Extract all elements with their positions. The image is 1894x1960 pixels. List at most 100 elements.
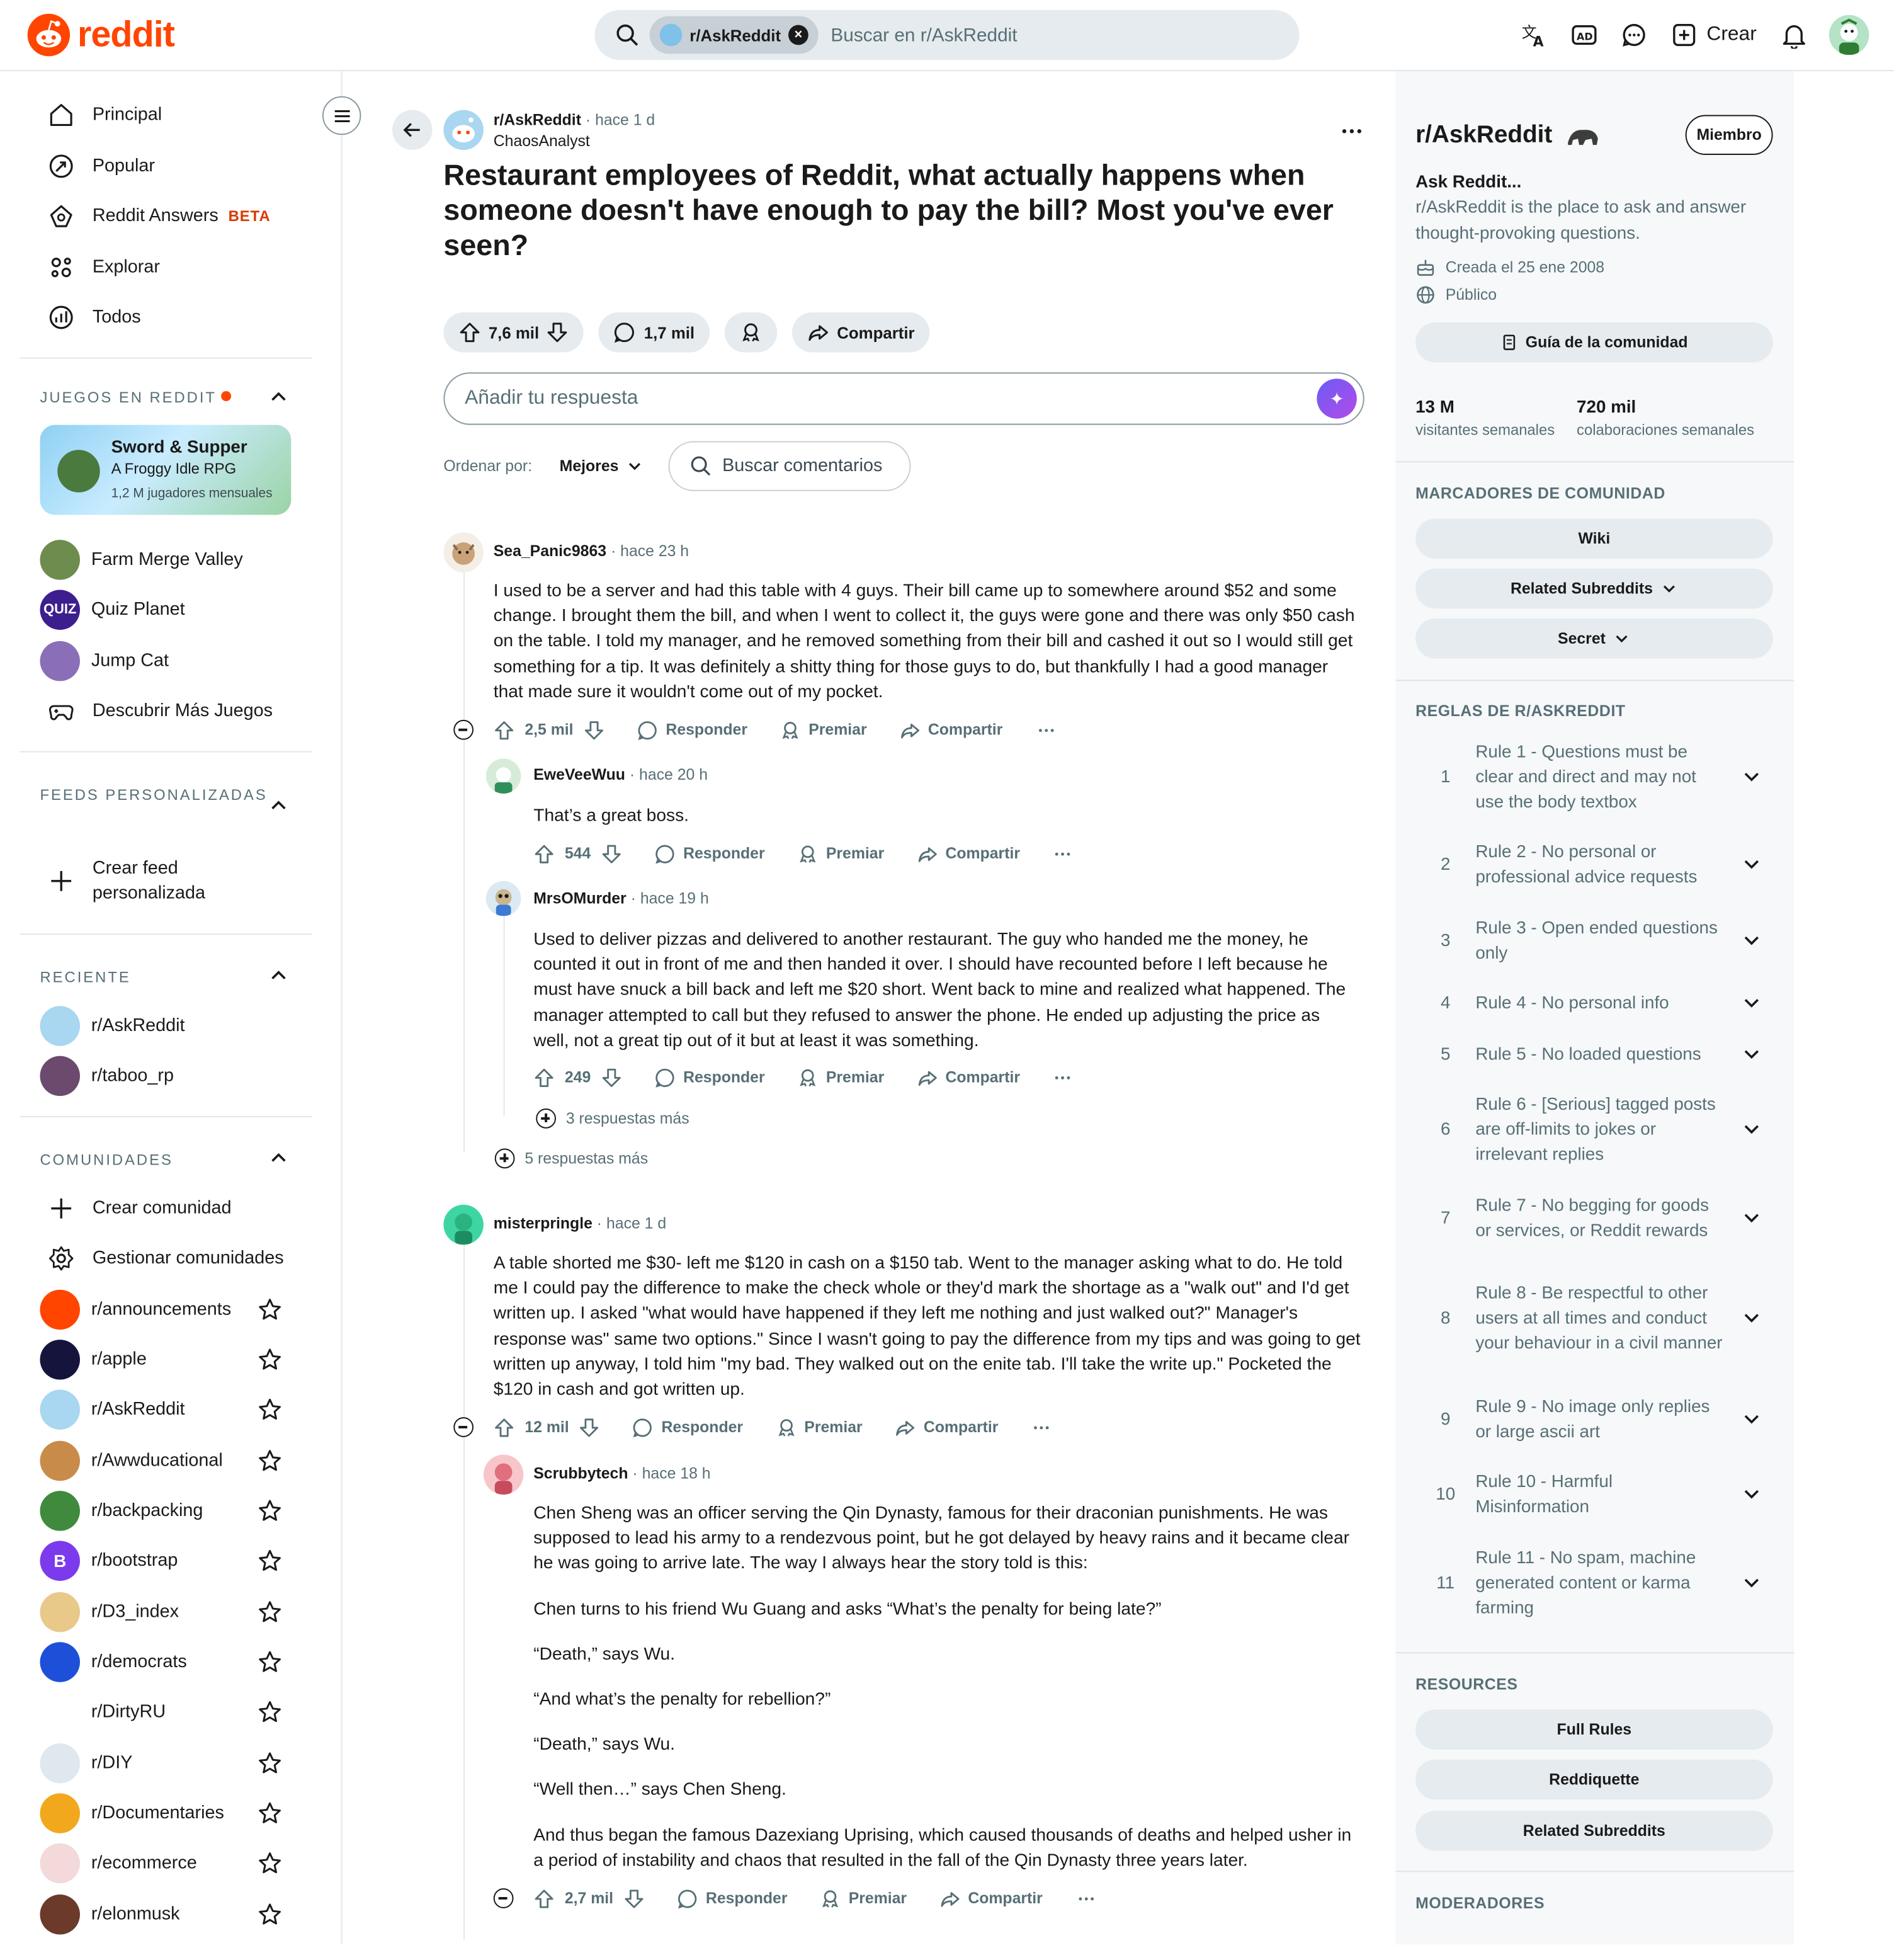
- collapse-thread-button[interactable]: [453, 1417, 474, 1437]
- nav-item-popular[interactable]: Popular: [20, 141, 312, 191]
- reply-button[interactable]: Responder: [654, 843, 765, 864]
- star-icon[interactable]: [258, 1347, 283, 1372]
- recent-item[interactable]: r/taboo_rp: [20, 1051, 312, 1101]
- star-icon[interactable]: [258, 1700, 283, 1725]
- upvote-icon[interactable]: [533, 1067, 555, 1088]
- commenter-avatar[interactable]: [485, 758, 521, 794]
- chevron-up-icon[interactable]: [268, 386, 290, 409]
- notifications-button[interactable]: [1769, 10, 1819, 60]
- reply-button[interactable]: Responder: [654, 1067, 765, 1088]
- chevron-up-icon[interactable]: [268, 795, 290, 818]
- rule-item[interactable]: 7 Rule 7 - No begging for goods or servic…: [1415, 1192, 1772, 1242]
- create-button[interactable]: Crear: [1659, 10, 1769, 60]
- recent-section-header[interactable]: RECIENTE: [40, 965, 290, 990]
- star-icon[interactable]: [258, 1548, 283, 1573]
- chevron-up-icon[interactable]: [268, 1147, 290, 1170]
- rule-item[interactable]: 10 Rule 10 - Harmful Misinformation: [1415, 1468, 1772, 1518]
- search-input[interactable]: Buscar en r/AskReddit: [831, 25, 1017, 46]
- translate-button[interactable]: 文A: [1509, 10, 1559, 60]
- share-button[interactable]: Compartir: [939, 1888, 1043, 1909]
- collapse-thread-button[interactable]: [493, 1888, 514, 1908]
- reddit-logo[interactable]: reddit: [27, 13, 175, 57]
- more-replies-link[interactable]: 3 respuestas más: [566, 1110, 689, 1127]
- game-item[interactable]: Farm Merge Valley: [20, 535, 312, 584]
- reply-button[interactable]: Responder: [677, 1888, 787, 1909]
- star-icon[interactable]: [258, 1449, 283, 1474]
- games-section-header[interactable]: JUEGOS EN REDDIT: [40, 385, 290, 410]
- rule-item[interactable]: 8 Rule 8 - Be respectful to other users a…: [1415, 1267, 1772, 1367]
- nav-item-explore[interactable]: Explorar: [20, 242, 312, 292]
- nav-item-answers[interactable]: Reddit Answers BETA: [20, 191, 312, 241]
- bookmark-wiki[interactable]: Wiki: [1415, 518, 1773, 559]
- award-button[interactable]: [724, 312, 778, 353]
- award-button[interactable]: Premiar: [797, 1067, 884, 1088]
- award-button[interactable]: Premiar: [780, 719, 867, 741]
- rule-item[interactable]: 6 Rule 6 - [Serious] tagged posts are off…: [1415, 1091, 1772, 1166]
- nav-item-home[interactable]: Principal: [20, 90, 312, 140]
- member-button[interactable]: Miembro: [1685, 115, 1773, 156]
- chevron-up-icon[interactable]: [268, 965, 290, 988]
- nav-item-all[interactable]: Todos: [20, 292, 312, 342]
- commenter-avatar[interactable]: [443, 1204, 484, 1245]
- chat-button[interactable]: [1609, 10, 1659, 60]
- community-item[interactable]: r/apple: [20, 1335, 312, 1384]
- share-button[interactable]: Compartir: [791, 312, 930, 353]
- rule-item[interactable]: 3 Rule 3 - Open ended questions only: [1415, 914, 1772, 964]
- create-community[interactable]: Crear comunidad: [20, 1183, 312, 1233]
- resource-related-subreddits[interactable]: Related Subreddits: [1415, 1811, 1773, 1851]
- bookmark-secret[interactable]: Secret: [1415, 618, 1773, 659]
- community-item[interactable]: Br/bootstrap: [20, 1536, 312, 1586]
- upvote-icon[interactable]: [458, 321, 481, 344]
- featured-game-card[interactable]: Sword & Supper A Froggy Idle RPG 1,2 M j…: [40, 424, 292, 515]
- community-item[interactable]: r/democrats: [20, 1637, 312, 1687]
- back-button[interactable]: [392, 110, 433, 151]
- community-item[interactable]: r/backpacking: [20, 1486, 312, 1536]
- downvote-icon[interactable]: [547, 321, 569, 344]
- downvote-icon[interactable]: [601, 1067, 622, 1088]
- rule-item[interactable]: 11 Rule 11 - No spam, machine generated c…: [1415, 1544, 1772, 1619]
- comments-button[interactable]: 1,7 mil: [599, 312, 710, 353]
- bookmark-related-subreddits[interactable]: Related Subreddits: [1415, 568, 1773, 609]
- comment-search[interactable]: Buscar comentarios: [668, 441, 912, 491]
- commenter-avatar[interactable]: [483, 1454, 524, 1495]
- subreddit-avatar[interactable]: [443, 110, 484, 151]
- comment-author[interactable]: Sea_Panic9863: [494, 542, 606, 560]
- more-options-icon[interactable]: [1031, 1416, 1052, 1438]
- reply-button[interactable]: Responder: [633, 1416, 743, 1438]
- community-guide-button[interactable]: Guía de la comunidad: [1415, 322, 1773, 363]
- recent-item[interactable]: r/AskReddit: [20, 1001, 312, 1051]
- more-options-icon[interactable]: [1035, 719, 1057, 741]
- rule-item[interactable]: 9 Rule 9 - No image only replies or large…: [1415, 1393, 1772, 1443]
- community-item[interactable]: r/announcements: [20, 1285, 312, 1335]
- downvote-icon[interactable]: [601, 843, 622, 864]
- sort-dropdown[interactable]: Mejores: [560, 457, 644, 475]
- game-item[interactable]: Jump Cat: [20, 636, 312, 686]
- share-button[interactable]: Compartir: [899, 719, 1002, 741]
- reply-input[interactable]: Añadir tu respuesta ✦: [443, 372, 1364, 425]
- discover-games[interactable]: Descubrir Más Juegos: [20, 686, 312, 736]
- star-icon[interactable]: [258, 1498, 283, 1524]
- resource-full-rules[interactable]: Full Rules: [1415, 1709, 1773, 1750]
- advertise-button[interactable]: AD: [1559, 10, 1609, 60]
- star-icon[interactable]: [258, 1397, 283, 1422]
- downvote-icon[interactable]: [623, 1888, 645, 1909]
- upvote-icon[interactable]: [533, 843, 555, 864]
- more-options-icon[interactable]: [1053, 1067, 1074, 1088]
- star-icon[interactable]: [258, 1851, 283, 1876]
- create-custom-feed[interactable]: Crear feed personalizada: [20, 856, 312, 906]
- rule-item[interactable]: 1 Rule 1 - Questions must be clear and di…: [1415, 739, 1772, 814]
- community-item[interactable]: r/DIY: [20, 1738, 312, 1788]
- sidebar-collapse-button[interactable]: [322, 96, 361, 135]
- star-icon[interactable]: [258, 1902, 283, 1927]
- resource-reddiquette[interactable]: Reddiquette: [1415, 1759, 1773, 1800]
- community-item[interactable]: r/DirtyRU: [20, 1687, 312, 1737]
- expand-replies-button[interactable]: [536, 1108, 556, 1129]
- more-options-icon[interactable]: [1053, 843, 1074, 864]
- ai-sparkle-button[interactable]: ✦: [1317, 379, 1357, 419]
- award-button[interactable]: Premiar: [776, 1416, 863, 1438]
- commenter-avatar[interactable]: [485, 880, 521, 916]
- search-scope-chip[interactable]: r/AskReddit ×: [649, 16, 819, 54]
- more-replies-link[interactable]: 5 respuestas más: [525, 1149, 648, 1167]
- award-button[interactable]: Premiar: [797, 843, 884, 864]
- upvote-icon[interactable]: [533, 1888, 555, 1909]
